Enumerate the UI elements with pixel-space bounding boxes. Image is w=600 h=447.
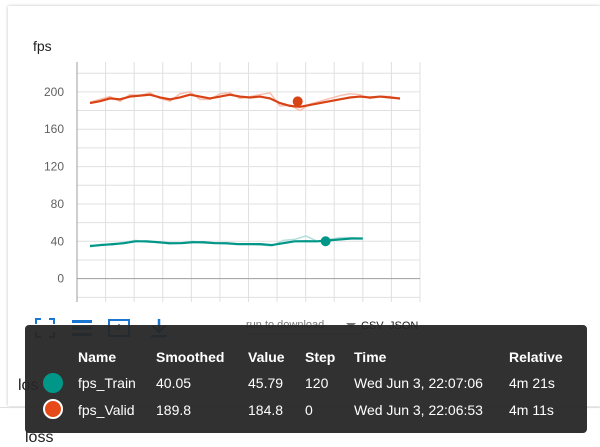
fps-train-swatch	[43, 373, 63, 393]
tooltip-header-relative: Relative	[509, 349, 563, 365]
y-tick-label: 40	[51, 234, 65, 248]
series-highlight-point-fps_Train	[320, 236, 331, 247]
tooltip-header-name: Name	[78, 349, 117, 365]
fps-valid-swatch	[43, 399, 63, 419]
tooltip-row-time: Wed Jun 3, 22:06:53	[354, 402, 483, 418]
y-tick-label: 200	[44, 85, 64, 99]
y-tick-label: 120	[44, 160, 64, 174]
tooltip-header-smoothed: Smoothed	[156, 349, 225, 365]
chart-tooltip: Name Smoothed Value Step Time Relative f…	[25, 325, 587, 433]
y-tick-label: 160	[44, 122, 64, 136]
tooltip-row-value: 184.8	[248, 402, 284, 418]
series-smoothed-line-fps_Valid	[89, 93, 401, 108]
tooltip-header-time: Time	[354, 349, 387, 365]
tooltip-row-smoothed: 189.8	[156, 402, 192, 418]
y-tick-label: 80	[51, 197, 65, 211]
tooltip-row-name: fps_Train	[78, 375, 136, 391]
tooltip-row-relative: 4m 21s	[509, 375, 555, 391]
tooltip-row-smoothed: 40.05	[156, 375, 192, 391]
tooltip-row-relative: 4m 11s	[509, 402, 554, 418]
tooltip-header-step: Step	[305, 349, 336, 365]
series-raw-line-fps_Valid	[89, 91, 401, 112]
fps-line-chart[interactable]: 0 40 80 120 160 200	[8, 6, 600, 306]
tooltip-row-step: 120	[305, 375, 329, 391]
tooltip-header-value: Value	[248, 349, 285, 365]
y-tick-label: 0	[57, 272, 64, 286]
tooltip-row-time: Wed Jun 3, 22:07:06	[354, 375, 483, 391]
tooltip-row-name: fps_Valid	[78, 402, 135, 418]
tooltip-row-value: 45.79	[248, 375, 284, 391]
series-highlight-point-fps_Valid	[292, 96, 303, 107]
tooltip-row-step: 0	[305, 402, 313, 418]
